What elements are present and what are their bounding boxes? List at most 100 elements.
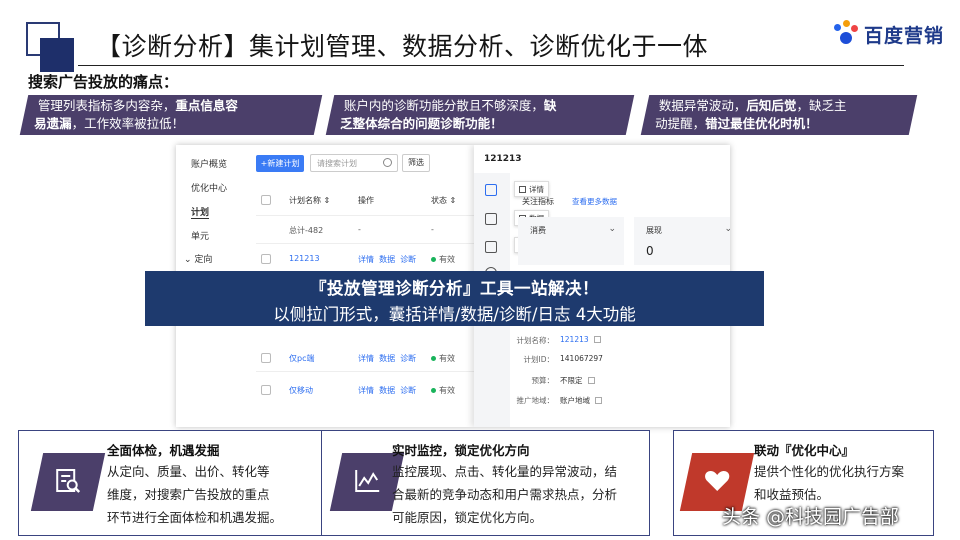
sidebar-item-optimization-center[interactable]: 优化中心 <box>191 181 227 194</box>
baidu-marketing-logo-icon <box>832 20 860 48</box>
detail-value: 账户地域 <box>560 395 602 406</box>
diagnose-link[interactable]: 诊断 <box>400 354 416 363</box>
feature-title: 全面体检，机遇发掘 <box>107 443 220 458</box>
diagnose-link[interactable]: 诊断 <box>400 386 416 395</box>
search-icon <box>383 158 392 167</box>
col-plan-name[interactable]: 计划名称 ⇕ <box>289 195 330 206</box>
feature-title: 实时监控，锁定优化方向 <box>392 443 530 458</box>
pain-point-3: 数据异常波动，后知后觉，缺乏主 动提醒，错过最佳优化时机！ <box>640 95 918 135</box>
watermark: 头条 @科技园广告部 <box>722 506 900 528</box>
header-decor-filled <box>40 38 74 72</box>
chevron-down-icon: ⌄ <box>724 224 730 234</box>
row-checkbox[interactable] <box>261 385 271 395</box>
header-divider <box>78 65 904 66</box>
plan-name-link[interactable]: 121213 <box>289 254 320 263</box>
feature-desc-line: 提供个性化的优化执行方案 <box>754 464 905 479</box>
diagnose-tab-icon[interactable] <box>485 241 497 253</box>
data-link[interactable]: 数据 <box>379 386 395 395</box>
report-search-icon <box>56 469 81 493</box>
status-badge: 有效 <box>431 353 455 364</box>
col-status[interactable]: 状态 ⇕ <box>431 195 456 206</box>
status-dot-icon <box>431 257 436 262</box>
pain-point-1: 管理列表指标多内容杂，重点信息容 易遗漏，工作效率被拉低！ <box>19 95 323 135</box>
card-label: 消费 <box>530 226 546 235</box>
plan-name-link[interactable]: 仅移动 <box>289 385 313 396</box>
feature-desc-line: 维度，对搜索广告投放的重点 <box>107 487 270 502</box>
chevron-down-icon: ⌄ <box>608 224 616 234</box>
card-label: 展现 <box>646 226 662 235</box>
page-title: 【诊断分析】集计划管理、数据分析、诊断优化于一体 <box>96 32 709 61</box>
edit-icon <box>595 397 602 404</box>
metric-label: 关注指标 <box>522 197 554 206</box>
row-checkbox[interactable] <box>261 353 271 363</box>
drawer-plan-id: 121213 <box>484 154 522 164</box>
metric-card-spend[interactable]: 消费 ⌄ <box>518 217 624 265</box>
new-plan-button[interactable]: +新建计划 <box>256 155 304 172</box>
filter-button[interactable]: 筛选 <box>402 154 430 172</box>
pain-point-3-line1: 数据异常波动，后知后觉，缺乏主 <box>658 98 847 113</box>
search-input[interactable]: 请搜索计划 <box>310 154 398 172</box>
data-tab-icon[interactable] <box>485 213 497 225</box>
detail-value: 141067297 <box>560 354 603 363</box>
details-tab-icon[interactable] <box>485 184 497 196</box>
total-row-status: - <box>431 225 434 234</box>
edit-icon <box>593 336 601 343</box>
row-divider <box>256 371 474 372</box>
feature-title: 联动『优化中心』 <box>754 443 855 458</box>
detail-key: 推广地域： <box>516 396 555 405</box>
status-badge: 有效 <box>431 254 455 265</box>
sidebar-item-plan[interactable]: 计划 <box>191 205 210 219</box>
chevron-down-icon: ⌄ <box>184 255 195 265</box>
heart-icon <box>705 471 730 491</box>
tool-banner: 『投放管理诊断分析』工具一站解决！ 以侧拉门形式，囊括详情/数据/诊断/日志 4… <box>145 271 764 326</box>
status-badge: 有效 <box>431 385 455 396</box>
select-all-checkbox[interactable] <box>261 195 271 205</box>
more-data-link[interactable]: 查看更多数据 <box>572 196 617 207</box>
feature-realtime-monitoring: 实时监控，锁定优化方向 监控展现、点击、转化量的异常波动，结 合最新的竞争动态和… <box>321 430 650 536</box>
edit-icon <box>587 377 595 384</box>
status-dot-icon <box>431 356 436 361</box>
pain-point-2-line2: 乏整体综合的问题诊断功能！ <box>340 116 503 131</box>
card-value: 0 <box>646 244 654 258</box>
data-link[interactable]: 数据 <box>379 255 395 264</box>
details-icon <box>519 186 526 193</box>
pain-point-3-line2: 动提醒，错过最佳优化时机！ <box>655 116 818 131</box>
sidebar-item-targeting[interactable]: ⌄ 定向 <box>184 252 212 265</box>
row-divider <box>256 215 474 216</box>
detail-key: 计划名称： <box>516 336 555 345</box>
total-row-name: 总计-482 <box>289 226 324 235</box>
feature-badge <box>30 453 106 511</box>
details-link[interactable]: 详情 <box>358 386 374 395</box>
logo-text: 百度营销 <box>864 24 945 47</box>
feature-desc-line: 合最新的竞争动态和用户需求热点，分析 <box>392 487 618 502</box>
banner-headline: 『投放管理诊断分析』工具一站解决！ <box>310 279 599 298</box>
data-link[interactable]: 数据 <box>379 354 395 363</box>
banner-subline: 以侧拉门形式，囊括详情/数据/诊断/日志 4大功能 <box>273 305 636 324</box>
pain-point-2: 账户内的诊断功能分散且不够深度，缺 乏整体综合的问题诊断功能！ <box>325 95 635 135</box>
plan-name-link[interactable]: 仅pc端 <box>289 353 314 364</box>
row-divider <box>256 243 474 244</box>
row-checkbox[interactable] <box>261 254 271 264</box>
sidebar-item-account-overview[interactable]: 账户概览 <box>191 157 227 170</box>
section-label: 搜索广告投放的痛点： <box>28 73 179 91</box>
metric-card-impressions[interactable]: 展现 ⌄ 0 <box>634 217 730 265</box>
details-link[interactable]: 详情 <box>358 255 374 264</box>
row-actions: 详情 数据 诊断 <box>358 353 416 364</box>
detail-value: 不限定 <box>560 375 595 386</box>
feature-desc-line: 监控展现、点击、转化量的异常波动，结 <box>392 464 618 479</box>
diagnose-link[interactable]: 诊断 <box>400 255 416 264</box>
sidebar-item-unit[interactable]: 单元 <box>191 229 209 242</box>
detail-key: 计划ID： <box>523 355 555 364</box>
feature-desc-line: 从定向、质量、出价、转化等 <box>107 464 270 479</box>
details-link[interactable]: 详情 <box>358 354 374 363</box>
feature-health-check: 全面体检，机遇发掘 从定向、质量、出价、转化等 维度，对搜索广告投放的重点 环节… <box>18 430 330 536</box>
status-dot-icon <box>431 388 436 393</box>
col-actions: 操作 <box>358 196 374 205</box>
pain-point-1-line1: 管理列表指标多内容杂，重点信息容 <box>37 98 238 113</box>
trend-chart-icon <box>355 470 380 492</box>
feature-desc-line: 环节进行全面体检和机遇发掘。 <box>107 510 283 525</box>
row-actions: 详情 数据 诊断 <box>358 254 416 265</box>
detail-key: 预算： <box>531 376 555 385</box>
tooltip-details: 详情 <box>514 181 549 197</box>
feature-desc-line: 可能原因，锁定优化方向。 <box>392 510 543 525</box>
